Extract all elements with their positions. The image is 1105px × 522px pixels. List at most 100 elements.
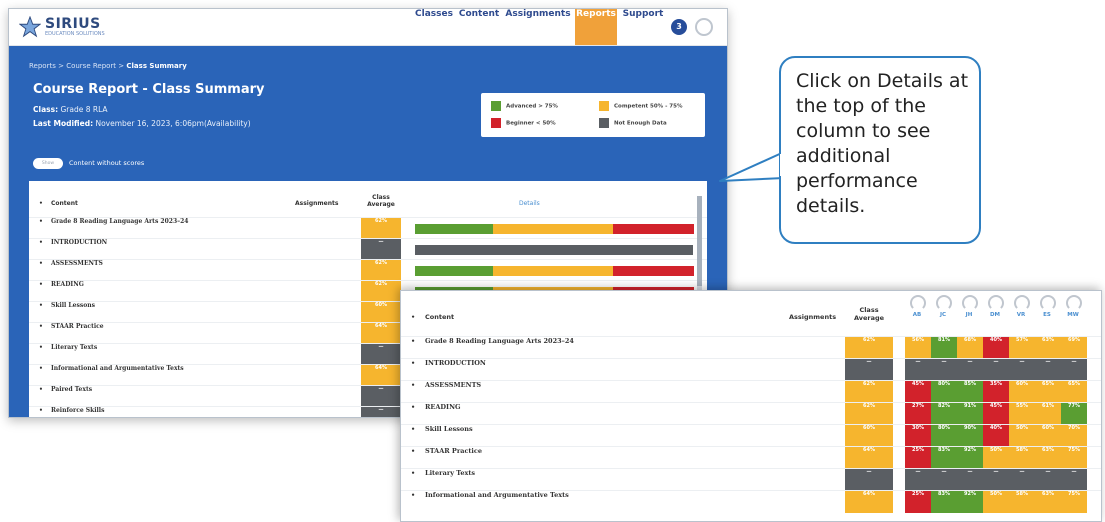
row-content-name[interactable]: INTRODUCTION bbox=[425, 359, 486, 367]
student-score-cell: 90% bbox=[957, 425, 983, 447]
row-content-name[interactable]: READING bbox=[425, 403, 461, 411]
row-content-name[interactable]: Literary Texts bbox=[425, 469, 475, 477]
bar-segment-competent bbox=[493, 266, 613, 276]
student-initials[interactable]: JH bbox=[957, 312, 981, 318]
content-toggle-switch[interactable]: Show bbox=[33, 158, 63, 169]
row-expand-icon[interactable]: • bbox=[39, 365, 43, 372]
student-initials[interactable]: AB bbox=[905, 312, 929, 318]
table-row[interactable]: • Informational and Argumentative Texts 64… bbox=[401, 490, 1101, 513]
row-content-name[interactable]: Reinforce Skills bbox=[51, 407, 104, 414]
table-row[interactable]: • INTRODUCTION — — — — — — — — bbox=[401, 358, 1101, 381]
row-expand-icon[interactable]: • bbox=[411, 403, 415, 411]
table-row[interactable]: • READING 62% 27% 82% 91% 45% 55% 61% 77% bbox=[401, 402, 1101, 425]
row-expand-icon[interactable]: • bbox=[411, 425, 415, 433]
student-score-cell: 58% bbox=[1009, 447, 1035, 469]
student-score-cell: — bbox=[931, 469, 957, 491]
row-expand-icon[interactable]: • bbox=[39, 260, 43, 267]
nav-assignments[interactable]: Assignments bbox=[505, 9, 571, 45]
performance-distribution-bar bbox=[415, 245, 693, 255]
student-initials[interactable]: JC bbox=[931, 312, 955, 318]
student-avatar-icon[interactable] bbox=[988, 295, 1004, 311]
row-expand-icon[interactable]: • bbox=[39, 407, 43, 414]
notification-badge[interactable]: 3 bbox=[671, 19, 687, 35]
legend-competent: Competent 50% - 75% bbox=[599, 101, 682, 111]
student-avatar-icon[interactable] bbox=[936, 295, 952, 311]
row-content-name[interactable]: INTRODUCTION bbox=[51, 239, 107, 246]
row-content-name[interactable]: Literary Texts bbox=[51, 344, 97, 351]
row-class-average: 62% bbox=[845, 337, 893, 359]
row-expand-icon[interactable]: • bbox=[39, 386, 43, 393]
row-expand-icon[interactable]: • bbox=[411, 337, 415, 345]
row-content-name[interactable]: STAAR Practice bbox=[51, 323, 104, 330]
student-score-cell: 65% bbox=[1061, 381, 1087, 403]
row-content-name[interactable]: Skill Lessons bbox=[425, 425, 473, 433]
page-title: Course Report - Class Summary bbox=[33, 82, 265, 97]
row-class-average: 62% bbox=[361, 218, 401, 239]
header-class-average: Class Average bbox=[361, 194, 401, 208]
student-score-cell: 58% bbox=[1009, 491, 1035, 513]
table-row[interactable]: • Grade 8 Reading Language Arts 2023–24 62… bbox=[29, 217, 707, 239]
student-score-cell: 85% bbox=[957, 381, 983, 403]
row-content-name[interactable]: Grade 8 Reading Language Arts 2023–24 bbox=[51, 218, 188, 225]
student-score-cell: 50% bbox=[983, 491, 1009, 513]
row-content-name[interactable]: READING bbox=[51, 281, 84, 288]
table-row[interactable]: • Literary Texts — — — — — — — — bbox=[401, 468, 1101, 491]
row-content-name[interactable]: Grade 8 Reading Language Arts 2023–24 bbox=[425, 337, 574, 345]
breadcrumb-reports[interactable]: Reports bbox=[29, 62, 56, 70]
row-content-name[interactable]: STAAR Practice bbox=[425, 447, 482, 455]
student-initials[interactable]: DM bbox=[983, 312, 1007, 318]
table-row[interactable]: • Grade 8 Reading Language Arts 2023–24 62… bbox=[401, 336, 1101, 359]
student-avatar-icon[interactable] bbox=[910, 295, 926, 311]
legend-advanced: Advanced > 75% bbox=[491, 101, 558, 111]
student-avatar-icon[interactable] bbox=[1066, 295, 1082, 311]
row-expand-icon[interactable]: • bbox=[411, 359, 415, 367]
sirius-logo[interactable]: SIRIUS EDUCATION SOLUTIONS bbox=[19, 14, 105, 40]
student-score-cell: 92% bbox=[957, 491, 983, 513]
row-content-name[interactable]: Informational and Argumentative Texts bbox=[425, 491, 569, 499]
profile-icon[interactable] bbox=[695, 18, 713, 36]
row-expand-icon[interactable]: • bbox=[39, 239, 43, 246]
row-class-average: — bbox=[361, 386, 401, 407]
row-expand-icon[interactable]: • bbox=[411, 447, 415, 455]
table-row[interactable]: • Skill Lessons 60% 30% 80% 90% 40% 50% 60% 70% bbox=[401, 424, 1101, 447]
breadcrumb-course-report[interactable]: Course Report bbox=[66, 62, 116, 70]
row-expand-icon[interactable]: • bbox=[411, 469, 415, 477]
expand-all-icon[interactable]: • bbox=[39, 200, 43, 207]
student-avatar-icon[interactable] bbox=[962, 295, 978, 311]
scrollbar-thumb[interactable] bbox=[697, 196, 702, 286]
student-avatar-icon[interactable] bbox=[1040, 295, 1056, 311]
legend-label: Competent 50% - 75% bbox=[614, 103, 683, 110]
student-initials[interactable]: VR bbox=[1009, 312, 1033, 318]
row-content-name[interactable]: ASSESSMENTS bbox=[51, 260, 103, 267]
details-link[interactable]: Details bbox=[519, 200, 540, 207]
nav-content[interactable]: Content bbox=[457, 9, 501, 45]
nav-classes[interactable]: Classes bbox=[414, 9, 454, 45]
table-row[interactable]: • STAAR Practice 64% 25% 83% 92% 50% 58% 63% 75% bbox=[401, 446, 1101, 469]
bar-segment-beginner bbox=[613, 266, 694, 276]
row-expand-icon[interactable]: • bbox=[39, 344, 43, 351]
student-initials[interactable]: ES bbox=[1035, 312, 1059, 318]
row-content-name[interactable]: ASSESSMENTS bbox=[425, 381, 481, 389]
row-expand-icon[interactable]: • bbox=[39, 218, 43, 225]
row-expand-icon[interactable]: • bbox=[39, 302, 43, 309]
table-row[interactable]: • ASSESSMENTS 62% 45% 80% 85% 35% 60% 65% 65% bbox=[401, 380, 1101, 403]
student-score-cell: 27% bbox=[905, 403, 931, 425]
row-class-average: 64% bbox=[845, 491, 893, 513]
row-expand-icon[interactable]: • bbox=[39, 323, 43, 330]
table-row[interactable]: • INTRODUCTION — bbox=[29, 238, 707, 260]
student-initials[interactable]: MW bbox=[1061, 312, 1085, 318]
row-content-name[interactable]: Informational and Argumentative Texts bbox=[51, 365, 184, 372]
row-expand-icon[interactable]: • bbox=[411, 381, 415, 389]
expand-all-icon[interactable]: • bbox=[411, 313, 415, 321]
nav-reports[interactable]: Reports bbox=[575, 9, 617, 45]
row-class-average: 64% bbox=[845, 447, 893, 469]
row-content-name[interactable]: Skill Lessons bbox=[51, 302, 95, 309]
toggle-state: Show bbox=[41, 161, 55, 166]
student-avatar-icon[interactable] bbox=[1014, 295, 1030, 311]
row-expand-icon[interactable]: • bbox=[411, 491, 415, 499]
table-row[interactable]: • ASSESSMENTS 62% bbox=[29, 259, 707, 281]
nav-support[interactable]: Support bbox=[621, 9, 665, 45]
student-score-cell: 75% bbox=[1061, 447, 1087, 469]
row-content-name[interactable]: Paired Texts bbox=[51, 386, 92, 393]
row-expand-icon[interactable]: • bbox=[39, 281, 43, 288]
